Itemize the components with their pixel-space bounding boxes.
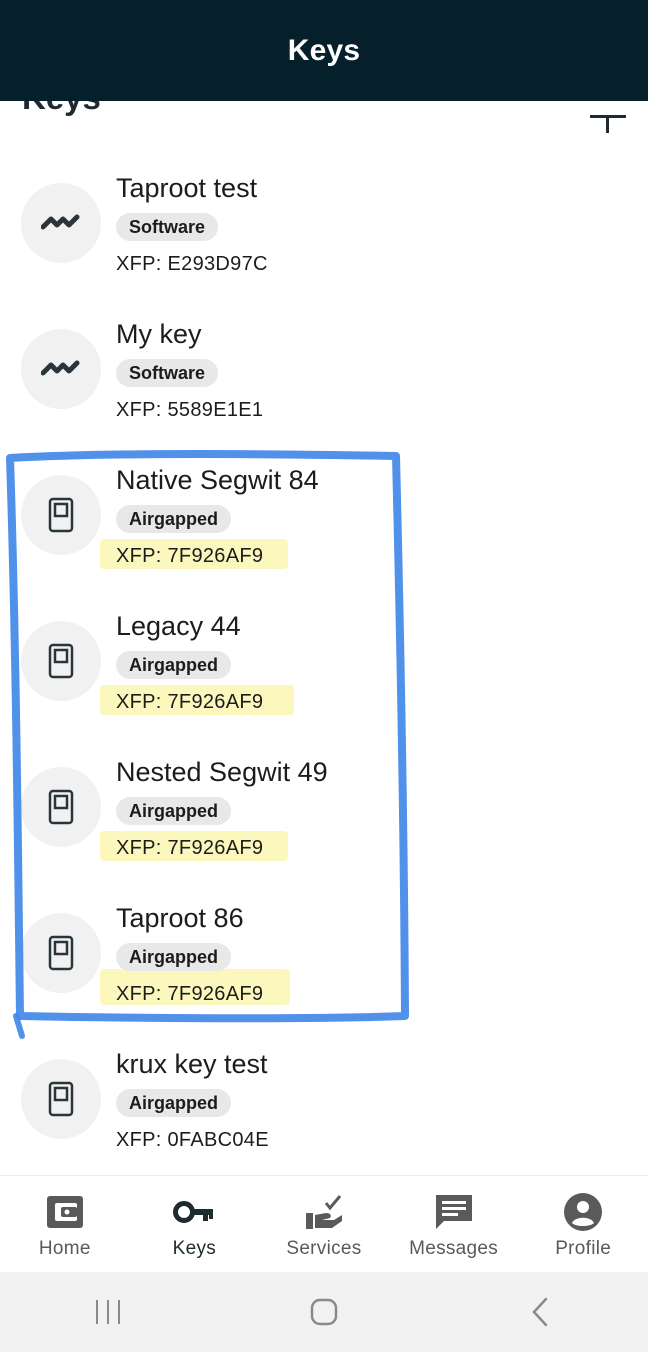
key-type-badge: Airgapped — [116, 651, 232, 679]
key-fingerprint: XFP: 0FABC04E — [116, 1129, 269, 1151]
airgapped-device-icon — [21, 475, 101, 555]
tab-label: Services — [286, 1238, 362, 1259]
add-key-button[interactable] — [588, 101, 628, 133]
software-key-icon — [21, 183, 101, 263]
tab-label: Keys — [172, 1238, 217, 1259]
back-icon[interactable] — [510, 1287, 570, 1337]
app-header: Keys — [0, 0, 648, 101]
tab-services[interactable]: Services — [259, 1176, 389, 1273]
services-icon — [302, 1192, 346, 1232]
key-name: My key — [116, 319, 202, 349]
key-item-taproot-test[interactable]: Taproot test Software XFP: E293D97C — [0, 133, 648, 279]
key-list: Taproot test Software XFP: E293D97C My k… — [0, 133, 648, 1175]
key-fingerprint: XFP: 7F926AF9 — [116, 837, 264, 859]
airgapped-device-icon — [21, 767, 101, 847]
tab-profile[interactable]: Profile — [518, 1176, 648, 1273]
key-item-legacy-44[interactable]: Legacy 44 Airgapped XFP: 7F926AF9 — [0, 571, 648, 717]
system-navigation-bar — [0, 1272, 648, 1352]
bottom-tab-bar: Home Keys Services Messages Profile — [0, 1175, 648, 1273]
key-type-badge: Software — [116, 359, 219, 387]
key-item-native-segwit-84[interactable]: Native Segwit 84 Airgapped XFP: 7F926AF9 — [0, 425, 648, 571]
airgapped-device-icon — [21, 913, 101, 993]
tab-home[interactable]: Home — [0, 1176, 130, 1273]
key-type-badge: Software — [116, 213, 219, 241]
key-type-badge: Airgapped — [116, 943, 232, 971]
key-name: Taproot test — [116, 173, 258, 203]
recent-apps-icon[interactable] — [78, 1287, 138, 1337]
key-fingerprint: XFP: 7F926AF9 — [116, 983, 264, 1005]
key-item-nested-segwit-49[interactable]: Nested Segwit 49 Airgapped XFP: 7F926AF9 — [0, 717, 648, 863]
tab-messages[interactable]: Messages — [389, 1176, 519, 1273]
key-item-krux-key-test[interactable]: krux key test Airgapped XFP: 0FABC04E — [0, 1009, 648, 1155]
key-type-badge: Airgapped — [116, 797, 232, 825]
airgapped-device-icon — [21, 621, 101, 701]
messages-icon — [432, 1192, 476, 1232]
airgapped-device-icon — [21, 1059, 101, 1139]
key-fingerprint: XFP: 7F926AF9 — [116, 691, 264, 713]
section-title: Keys — [22, 101, 101, 117]
key-fingerprint: XFP: 7F926AF9 — [116, 545, 264, 567]
home-circle-icon[interactable] — [294, 1287, 354, 1337]
key-fingerprint: XFP: E293D97C — [116, 253, 268, 275]
wallet-icon — [43, 1192, 87, 1232]
key-item-my-key[interactable]: My key Software XFP: 5589E1E1 — [0, 279, 648, 425]
tab-keys[interactable]: Keys — [130, 1176, 260, 1273]
key-item-taproot-86[interactable]: Taproot 86 Airgapped XFP: 7F926AF9 — [0, 863, 648, 1009]
tab-label: Profile — [555, 1238, 612, 1259]
key-name: Native Segwit 84 — [116, 465, 319, 495]
tab-label: Home — [38, 1238, 91, 1259]
key-name: krux key test — [116, 1049, 268, 1079]
key-name: Taproot 86 — [116, 903, 244, 933]
software-key-icon — [21, 329, 101, 409]
key-icon — [172, 1192, 216, 1232]
keys-section-header: Keys — [0, 101, 648, 133]
tab-label: Messages — [409, 1238, 499, 1259]
profile-icon — [561, 1192, 605, 1232]
key-type-badge: Airgapped — [116, 1089, 232, 1117]
key-name: Nested Segwit 49 — [116, 757, 328, 787]
page-title: Keys — [287, 33, 361, 67]
key-name: Legacy 44 — [116, 611, 241, 641]
key-fingerprint: XFP: 5589E1E1 — [116, 399, 264, 421]
key-type-badge: Airgapped — [116, 505, 232, 533]
